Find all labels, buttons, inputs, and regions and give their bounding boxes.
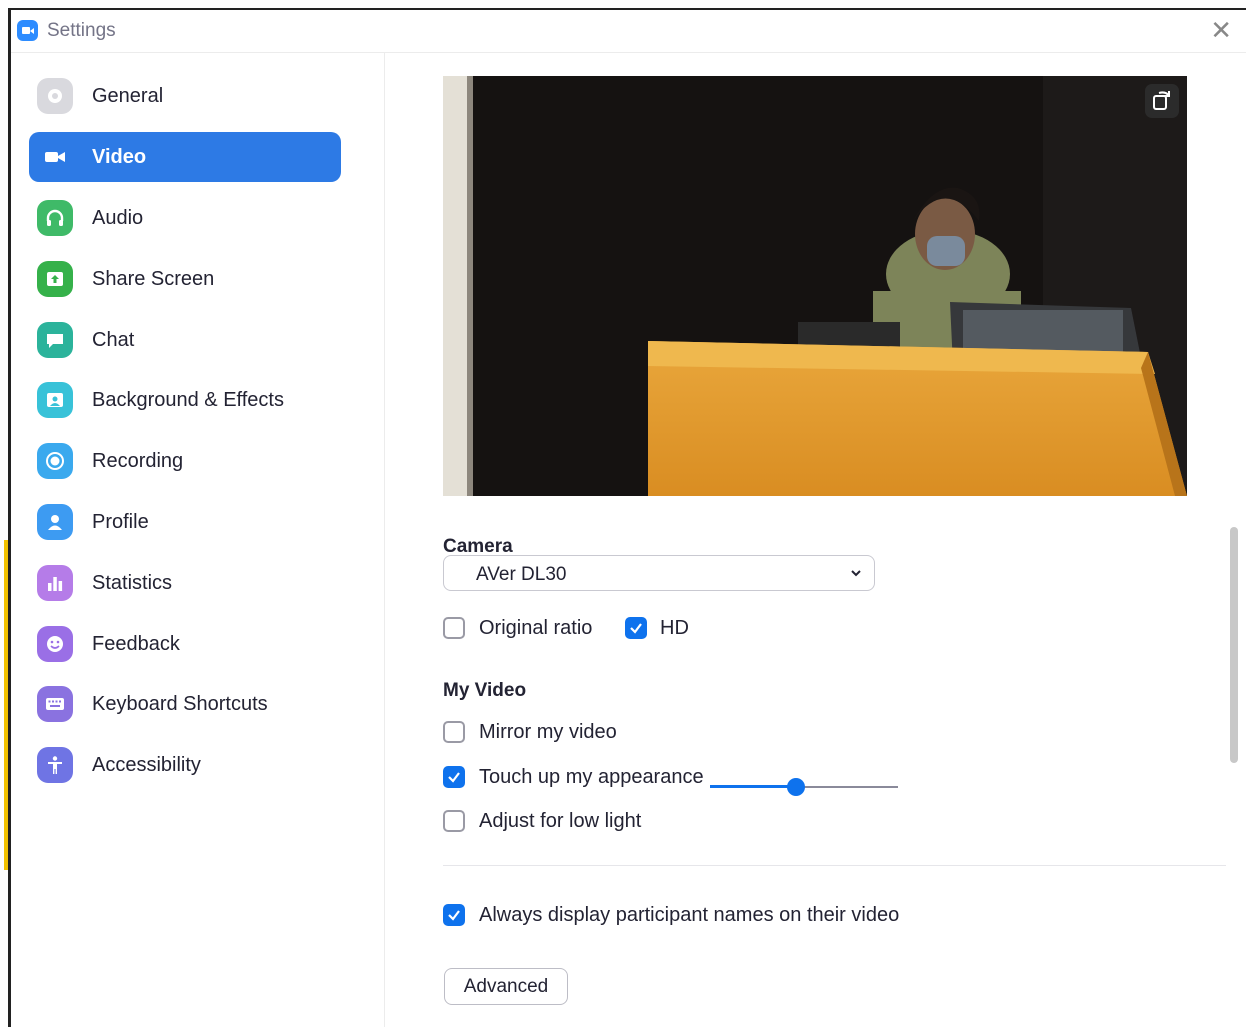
sidebar-item-label: Statistics [92,572,173,594]
camera-feed-image [443,76,1187,496]
sidebar-item-label: Background & Effects [92,389,284,411]
settings-window: Settings ✕ General Video Audio Share Scr… [8,8,1246,1027]
gear-icon [37,78,73,114]
camera-select-value: AVer DL30 [476,564,567,585]
accessibility-icon [37,747,73,783]
my-video-heading: My Video [443,680,527,701]
original-ratio-checkbox[interactable] [443,617,465,639]
sidebar-item-label: Video [92,146,147,168]
headphones-icon [37,200,73,236]
always-display-names-label: Always display participant names on thei… [479,904,900,926]
video-settings-panel: Camera AVer DL30 Original ratio HD My Vi… [385,53,1246,1027]
share-screen-icon [37,261,73,297]
low-light-label: Adjust for low light [479,810,642,832]
always-display-names-checkbox[interactable] [443,904,465,926]
sidebar-item-feedback[interactable]: Feedback [29,619,341,669]
window-title: Settings [47,20,116,41]
sidebar-item-label: Keyboard Shortcuts [92,693,268,715]
sidebar-item-general[interactable]: General [29,71,341,121]
touch-up-label: Touch up my appearance [479,766,704,788]
mirror-video-label: Mirror my video [479,721,617,743]
slider-fill [710,785,797,788]
chat-bubble-icon [37,322,73,358]
sidebar-item-label: Accessibility [92,754,201,776]
background-person-icon [37,382,73,418]
sidebar-item-profile[interactable]: Profile [29,497,341,547]
low-light-checkbox[interactable] [443,810,465,832]
mirror-video-checkbox[interactable] [443,721,465,743]
slider-thumb[interactable] [787,778,806,796]
touch-up-slider[interactable] [710,777,898,797]
sidebar-item-label: Profile [92,511,149,533]
camera-select[interactable]: AVer DL30 [443,555,875,591]
sidebar-item-label: Recording [92,450,184,472]
keyboard-icon [37,686,73,722]
sidebar-item-background-effects[interactable]: Background & Effects [29,375,341,425]
sidebar-item-label: General [92,85,164,107]
sidebar-item-keyboard-shortcuts[interactable]: Keyboard Shortcuts [29,679,341,729]
zoom-app-icon [17,20,38,41]
hd-label: HD [660,617,689,639]
sidebar-item-label: Feedback [92,633,180,655]
rotate-icon[interactable] [1145,84,1179,118]
chevron-down-icon [851,570,861,577]
sidebar-item-recording[interactable]: Recording [29,436,341,486]
bar-chart-icon [37,565,73,601]
sidebar-item-share-screen[interactable]: Share Screen [29,254,341,304]
advanced-button[interactable]: Advanced [444,968,568,1005]
sidebar-item-label: Chat [92,329,135,351]
sidebar-item-statistics[interactable]: Statistics [29,558,341,608]
title-bar: Settings ✕ [11,10,1246,53]
scrollbar[interactable] [1230,527,1238,763]
section-divider [443,865,1226,866]
touch-up-checkbox[interactable] [443,766,465,788]
record-icon [37,443,73,479]
sidebar-item-chat[interactable]: Chat [29,315,341,365]
hd-checkbox[interactable] [625,617,647,639]
smiley-icon [37,626,73,662]
close-icon[interactable]: ✕ [1210,16,1232,44]
profile-icon [37,504,73,540]
video-preview [443,76,1187,496]
video-camera-icon [37,139,73,175]
sidebar-item-accessibility[interactable]: Accessibility [29,740,341,790]
original-ratio-label: Original ratio [479,617,593,639]
settings-sidebar: General Video Audio Share Screen Chat Ba… [11,53,385,1027]
sidebar-item-label: Share Screen [92,268,215,290]
sidebar-item-audio[interactable]: Audio [29,193,341,243]
sidebar-item-label: Audio [92,207,144,229]
sidebar-item-video[interactable]: Video [29,132,341,182]
